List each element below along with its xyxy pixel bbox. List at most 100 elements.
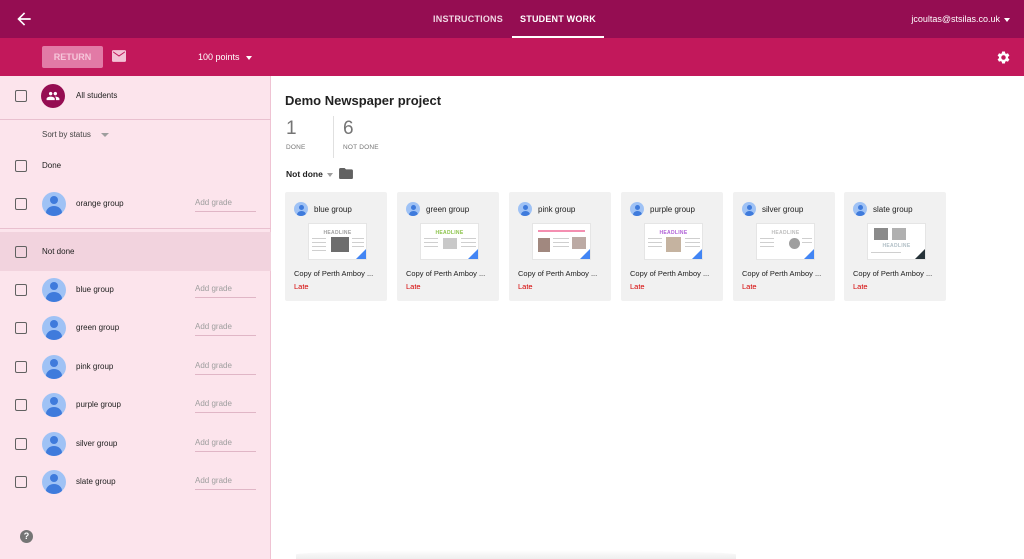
sidebar-divider xyxy=(0,228,271,229)
status-filter-dropdown[interactable]: Not done xyxy=(286,169,333,179)
stats-divider xyxy=(333,116,334,158)
all-students-checkbox[interactable] xyxy=(15,90,27,102)
card-student-name: slate group xyxy=(873,205,913,214)
points-label: 100 points xyxy=(198,52,240,62)
avatar xyxy=(518,202,532,216)
email-icon[interactable] xyxy=(112,50,126,62)
student-name[interactable]: silver group xyxy=(76,439,117,448)
card-status: Late xyxy=(630,282,645,291)
submission-card[interactable]: slate group HEADLINE Copy of Perth Amboy… xyxy=(844,192,946,301)
submission-card[interactable]: silver group HEADLINE Copy of Perth Ambo… xyxy=(733,192,835,301)
card-file-name: Copy of Perth Amboy ... xyxy=(406,269,486,278)
student-checkbox[interactable] xyxy=(15,284,27,296)
assignment-title: Demo Newspaper project xyxy=(285,93,442,108)
card-student-name: purple group xyxy=(650,205,695,214)
student-checkbox[interactable] xyxy=(15,322,27,334)
avatar xyxy=(742,202,756,216)
document-thumbnail[interactable]: HEADLINE xyxy=(420,223,479,260)
all-students-avatar xyxy=(41,84,65,108)
avatar xyxy=(42,355,66,379)
student-name[interactable]: purple group xyxy=(76,400,121,409)
card-status: Late xyxy=(853,282,868,291)
not-done-count: 6 xyxy=(343,118,354,139)
student-checkbox[interactable] xyxy=(15,399,27,411)
submission-card[interactable]: pink group Copy of Perth Amboy ... Late xyxy=(509,192,611,301)
all-students-label: All students xyxy=(76,91,118,100)
card-file-name: Copy of Perth Amboy ... xyxy=(294,269,374,278)
avatar xyxy=(42,393,66,417)
grade-input[interactable]: Add grade xyxy=(195,320,256,336)
people-icon xyxy=(46,91,60,101)
account-menu[interactable]: jcoultas@stsilas.co.uk xyxy=(911,0,1010,38)
document-thumbnail[interactable]: HEADLINE xyxy=(308,223,367,260)
grade-input[interactable]: Add grade xyxy=(195,397,256,413)
return-button[interactable]: RETURN xyxy=(42,46,103,68)
card-student-name: silver group xyxy=(762,205,804,214)
points-dropdown[interactable]: 100 points xyxy=(198,38,252,76)
submission-card[interactable]: purple group HEADLINE Copy of Perth Ambo… xyxy=(621,192,723,301)
grade-input[interactable]: Add grade xyxy=(195,359,256,375)
grade-input[interactable]: Add grade xyxy=(195,196,256,212)
card-status: Late xyxy=(406,282,421,291)
not-done-count-label: NOT DONE xyxy=(343,144,379,151)
back-arrow-icon[interactable] xyxy=(14,9,34,29)
card-student-name: pink group xyxy=(538,205,576,214)
student-checkbox[interactable] xyxy=(15,438,27,450)
document-thumbnail[interactable] xyxy=(532,223,591,260)
avatar xyxy=(42,432,66,456)
card-status: Late xyxy=(742,282,757,291)
card-status: Late xyxy=(294,282,309,291)
done-section-checkbox[interactable] xyxy=(15,160,27,172)
account-email: jcoultas@stsilas.co.uk xyxy=(911,14,1000,24)
submission-card[interactable]: blue group HEADLINE Copy of Perth Amboy … xyxy=(285,192,387,301)
folder-icon[interactable] xyxy=(339,168,353,179)
sort-dropdown[interactable]: Sort by status xyxy=(42,130,109,139)
submission-card[interactable]: green group HEADLINE Copy of Perth Amboy… xyxy=(397,192,499,301)
student-name[interactable]: orange group xyxy=(76,199,124,208)
filter-dropdown-icon xyxy=(326,172,333,177)
thumbnail-headline: HEADLINE xyxy=(435,230,464,236)
card-file-name: Copy of Perth Amboy ... xyxy=(518,269,598,278)
top-app-bar: INSTRUCTIONS STUDENT WORK jcoultas@stsil… xyxy=(0,0,1024,38)
help-icon[interactable]: ? xyxy=(20,530,33,543)
points-dropdown-icon xyxy=(245,55,252,60)
card-student-name: green group xyxy=(426,205,470,214)
done-count: 1 xyxy=(286,118,297,139)
student-checkbox[interactable] xyxy=(15,361,27,373)
sort-dropdown-icon xyxy=(100,132,109,137)
student-name[interactable]: green group xyxy=(76,323,119,332)
action-toolbar: RETURN 100 points xyxy=(0,38,1024,76)
not-done-section-header-row xyxy=(0,232,271,271)
grade-input[interactable]: Add grade xyxy=(195,282,256,298)
document-thumbnail[interactable]: HEADLINE xyxy=(644,223,703,260)
avatar xyxy=(42,192,66,216)
card-file-name: Copy of Perth Amboy ... xyxy=(742,269,822,278)
thumbnail-headline: HEADLINE xyxy=(771,230,800,236)
avatar xyxy=(42,316,66,340)
card-file-name: Copy of Perth Amboy ... xyxy=(630,269,710,278)
not-done-section-checkbox[interactable] xyxy=(15,246,27,258)
tab-student-work[interactable]: STUDENT WORK xyxy=(512,0,604,38)
avatar xyxy=(630,202,644,216)
document-thumbnail[interactable]: HEADLINE xyxy=(867,223,926,260)
student-checkbox[interactable] xyxy=(15,198,27,210)
student-name[interactable]: pink group xyxy=(76,362,113,371)
student-name[interactable]: blue group xyxy=(76,285,114,294)
grade-input[interactable]: Add grade xyxy=(195,474,256,490)
bottom-shadow xyxy=(296,550,736,559)
avatar xyxy=(42,278,66,302)
avatar xyxy=(406,202,420,216)
sort-label: Sort by status xyxy=(42,130,91,139)
thumbnail-headline: HEADLINE xyxy=(659,230,688,236)
student-name[interactable]: slate group xyxy=(76,477,116,486)
student-checkbox[interactable] xyxy=(15,476,27,488)
gear-icon[interactable] xyxy=(996,50,1011,65)
document-thumbnail[interactable]: HEADLINE xyxy=(756,223,815,260)
card-status: Late xyxy=(518,282,533,291)
avatar xyxy=(853,202,867,216)
card-student-name: blue group xyxy=(314,205,352,214)
not-done-section-header: Not done xyxy=(42,247,75,256)
tab-instructions[interactable]: INSTRUCTIONS xyxy=(428,0,508,38)
done-section-header: Done xyxy=(42,161,62,170)
grade-input[interactable]: Add grade xyxy=(195,436,256,452)
